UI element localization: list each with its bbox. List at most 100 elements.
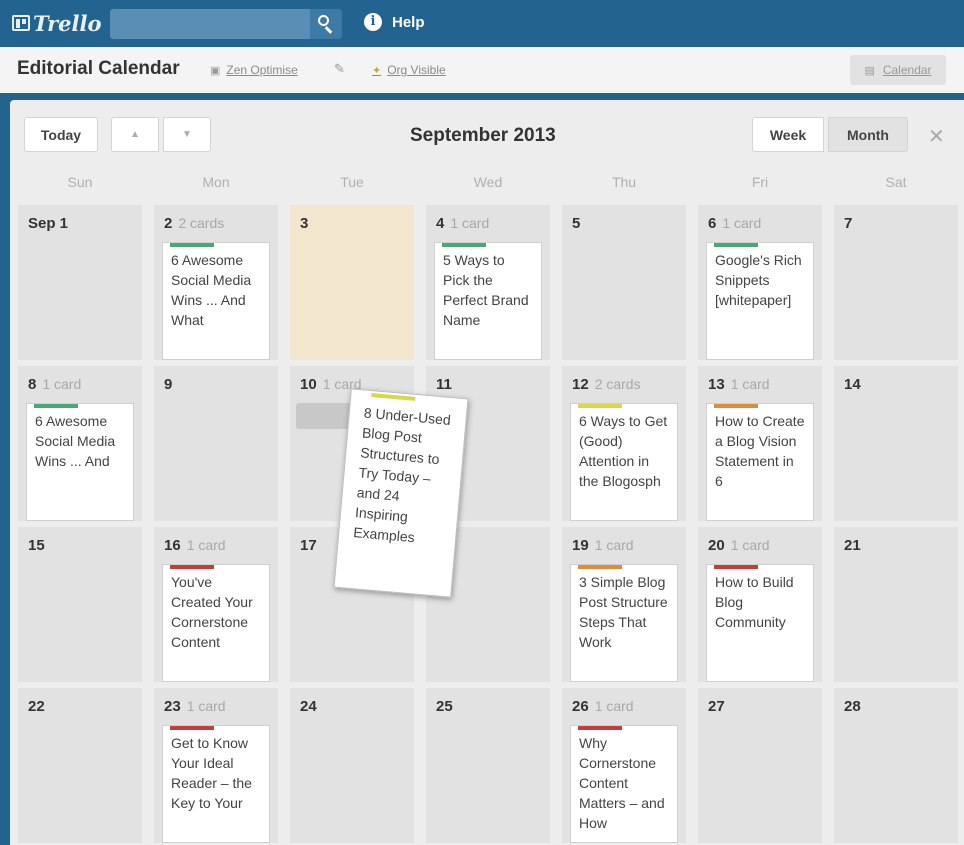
calendar-card[interactable]: Google's Rich Snippets [whitepaper]: [706, 242, 814, 360]
org-visible-icon: ✦: [372, 64, 382, 77]
card-label: [34, 404, 78, 408]
card-label: [714, 565, 758, 569]
card-title: 6 Awesome Social Media Wins ... And What: [171, 252, 252, 328]
day-number: 5: [572, 215, 581, 232]
day-number: 22: [28, 698, 45, 715]
card-title: Google's Rich Snippets [whitepaper]: [715, 252, 802, 308]
calendar-card[interactable]: How to Build Blog Community: [706, 564, 814, 682]
card-title: 6 Awesome Social Media Wins ... And: [35, 413, 116, 469]
search-input[interactable]: [110, 9, 310, 39]
help-label: Help: [392, 13, 425, 31]
day-number: 13 1 card: [708, 376, 770, 393]
weekday-header-thu: Thu: [611, 174, 637, 190]
day-number: 27: [708, 698, 725, 715]
search-button[interactable]: [310, 9, 342, 39]
day-cell[interactable]: 14: [834, 366, 958, 521]
info-icon: i: [364, 13, 382, 31]
day-cell[interactable]: 3: [290, 205, 414, 360]
dragged-card[interactable]: 8 Under-Used Blog Post Structures to Try…: [333, 388, 469, 598]
card-title: 5 Ways to Pick the Perfect Brand Name: [443, 252, 529, 328]
day-cell[interactable]: 24: [290, 688, 414, 843]
pencil-icon[interactable]: ✎: [334, 61, 345, 77]
day-number: 16 1 card: [164, 537, 226, 554]
day-cell[interactable]: 15: [18, 527, 142, 682]
day-number: Sep 1: [28, 215, 69, 232]
card-count: 1 card: [594, 537, 634, 553]
day-cell[interactable]: 7: [834, 205, 958, 360]
card-label: [578, 565, 622, 569]
day-number: 17: [300, 537, 317, 554]
calendar-card[interactable]: Why Cornerstone Content Matters – and Ho…: [570, 725, 678, 843]
day-cell[interactable]: 21: [834, 527, 958, 682]
card-title: 3 Simple Blog Post Structure Steps That …: [579, 574, 668, 650]
card-title: Get to Know Your Ideal Reader – the Key …: [171, 735, 252, 811]
day-cell[interactable]: 25: [426, 688, 550, 843]
day-cell[interactable]: 22: [18, 688, 142, 843]
calendar-card[interactable]: 6 Ways to Get (Good) Attention in the Bl…: [570, 403, 678, 521]
day-cell[interactable]: 26 1 card Why Cornerstone Content Matters …: [562, 688, 686, 843]
day-cell[interactable]: 27: [698, 688, 822, 843]
week-view-button[interactable]: Week: [752, 117, 824, 152]
calendar-card[interactable]: 6 Awesome Social Media Wins ... And What: [162, 242, 270, 360]
weekday-header-wed: Wed: [473, 174, 503, 190]
calendar-card[interactable]: 3 Simple Blog Post Structure Steps That …: [570, 564, 678, 682]
day-cell[interactable]: 20 1 card How to Build Blog Community: [698, 527, 822, 682]
card-label: [442, 243, 486, 247]
calendar-button[interactable]: ▤ Calendar: [850, 55, 946, 85]
day-number: 81 card: [28, 376, 82, 393]
day-cell[interactable]: 12 2 cards 6 Ways to Get (Good) Attention …: [562, 366, 686, 521]
day-cell[interactable]: 9: [154, 366, 278, 521]
day-cell[interactable]: 16 1 card You've Created Your Cornerstone …: [154, 527, 278, 682]
day-cell[interactable]: 22 cards 6 Awesome Social Media Wins ... …: [154, 205, 278, 360]
calendar-card[interactable]: 5 Ways to Pick the Perfect Brand Name: [434, 242, 542, 360]
day-cell[interactable]: 5: [562, 205, 686, 360]
card-label: [170, 243, 214, 247]
day-number: 21: [844, 537, 861, 554]
card-count: 2 cards: [178, 215, 225, 231]
day-number: 22 cards: [164, 215, 225, 232]
day-cell[interactable]: 41 card 5 Ways to Pick the Perfect Brand …: [426, 205, 550, 360]
day-number: 3: [300, 215, 309, 232]
visibility-link[interactable]: ✦ Org Visible: [372, 63, 446, 77]
day-number: 14: [844, 376, 861, 393]
month-view-button[interactable]: Month: [828, 117, 908, 152]
org-link[interactable]: ▣ Zen Optimise: [210, 63, 298, 77]
card-label: [371, 393, 416, 401]
card-label: [170, 565, 214, 569]
calendar-card[interactable]: How to Create a Blog Vision Statement in…: [706, 403, 814, 521]
day-number: 12 2 cards: [572, 376, 641, 393]
card-count: 1 card: [42, 376, 82, 392]
card-label: [714, 404, 758, 408]
trello-logo-icon: [12, 15, 30, 31]
weekday-header-fri: Fri: [751, 174, 769, 190]
day-cell[interactable]: 28: [834, 688, 958, 843]
trello-logo[interactable]: Trello: [12, 11, 102, 36]
day-cell[interactable]: 19 1 card 3 Simple Blog Post Structure Ste…: [562, 527, 686, 682]
day-cell[interactable]: 23 1 card Get to Know Your Ideal Reader – …: [154, 688, 278, 843]
calendar-card[interactable]: Get to Know Your Ideal Reader – the Key …: [162, 725, 270, 843]
next-month-button[interactable]: ▼: [163, 117, 211, 152]
day-number: 41 card: [436, 215, 490, 232]
today-button[interactable]: Today: [24, 117, 98, 152]
day-cell[interactable]: 81 card 6 Awesome Social Media Wins ... A…: [18, 366, 142, 521]
card-count: 1 card: [186, 537, 226, 553]
day-cell[interactable]: 13 1 card How to Create a Blog Vision Stat…: [698, 366, 822, 521]
day-number: 15: [28, 537, 45, 554]
day-number: 25: [436, 698, 453, 715]
card-label: [714, 243, 758, 247]
org-label: Zen Optimise: [226, 63, 298, 77]
weekday-header-mon: Mon: [202, 174, 230, 190]
help-link[interactable]: i Help: [364, 13, 425, 31]
close-icon[interactable]: ✕: [928, 124, 945, 149]
calendar-card[interactable]: You've Created Your Cornerstone Content: [162, 564, 270, 682]
calendar-card[interactable]: 6 Awesome Social Media Wins ... And: [26, 403, 134, 521]
card-label: [578, 404, 622, 408]
day-cell[interactable]: Sep 1: [18, 205, 142, 360]
previous-month-button[interactable]: ▲: [111, 117, 159, 152]
day-cell[interactable]: 61 card Google's Rich Snippets [whitepape…: [698, 205, 822, 360]
board-title[interactable]: Editorial Calendar: [17, 58, 180, 80]
day-number: 24: [300, 698, 317, 715]
card-count: 1 card: [186, 698, 226, 714]
weekday-header-sat: Sat: [885, 174, 907, 190]
calendar-button-label: Calendar: [882, 63, 932, 77]
